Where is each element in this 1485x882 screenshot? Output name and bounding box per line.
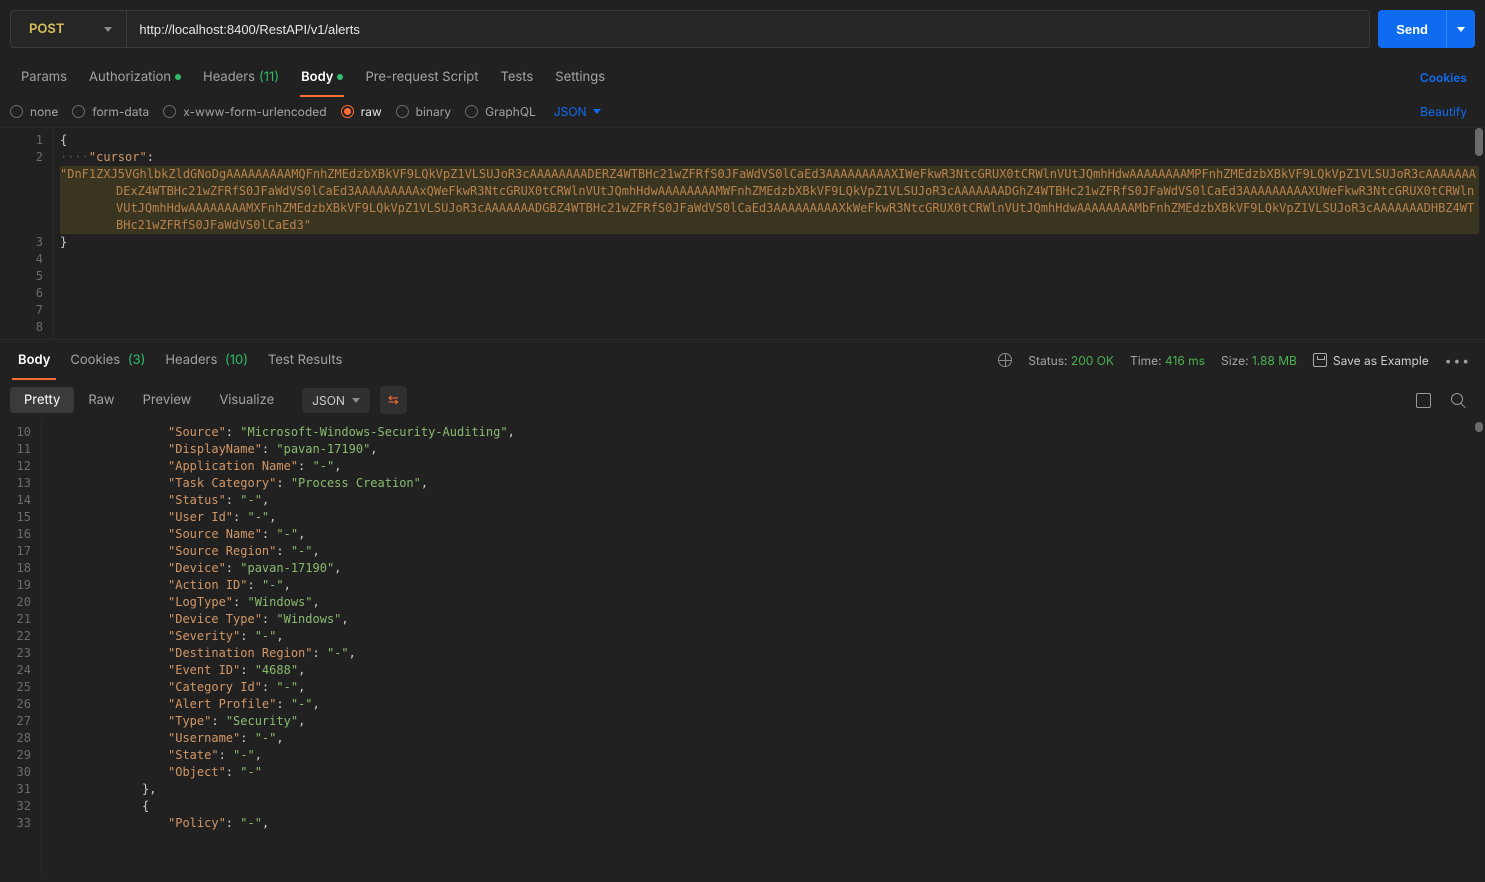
code-line: "Source Region": "-",	[48, 543, 1479, 560]
chevron-down-icon	[104, 27, 112, 32]
tab-prerequest[interactable]: Pre-request Script	[354, 58, 489, 96]
response-body-editor[interactable]: 1011121314151617181920212223242526272829…	[0, 420, 1485, 875]
method-dropdown[interactable]: POST	[11, 11, 127, 47]
response-lang-dropdown[interactable]: JSON	[302, 388, 370, 413]
view-mode-segment: Pretty Raw Preview Visualize	[10, 387, 288, 413]
code-line: "Source Name": "-",	[48, 526, 1479, 543]
radio-form-data[interactable]: form-data	[72, 104, 149, 119]
tab-tests[interactable]: Tests	[489, 58, 544, 96]
code-line: "Application Name": "-",	[48, 458, 1479, 475]
status-dot-icon	[175, 74, 181, 80]
status-dot-icon	[337, 74, 343, 80]
resp-tab-headers[interactable]: Headers (10)	[155, 340, 258, 380]
code-line: "Destination Region": "-",	[48, 645, 1479, 662]
view-visualize[interactable]: Visualize	[205, 387, 288, 413]
resp-tab-cookies[interactable]: Cookies (3)	[60, 340, 155, 380]
radio-raw[interactable]: raw	[341, 104, 382, 119]
send-label: Send	[1378, 22, 1446, 37]
wrap-lines-icon[interactable]: ⇆	[380, 386, 407, 414]
code-line: "Device Type": "Windows",	[48, 611, 1479, 628]
view-raw[interactable]: Raw	[74, 387, 128, 413]
response-tabs: Body Cookies (3) Headers (10) Test Resul…	[0, 340, 1485, 380]
gutter: 1011121314151617181920212223242526272829…	[0, 420, 42, 875]
view-preview[interactable]: Preview	[129, 387, 206, 413]
resp-tab-body[interactable]: Body	[8, 340, 60, 380]
code-line: "Device": "pavan-17190",	[48, 560, 1479, 577]
radio-binary[interactable]: binary	[396, 104, 452, 119]
view-pretty[interactable]: Pretty	[10, 387, 74, 413]
code-line: "DisplayName": "pavan-17190",	[48, 441, 1479, 458]
more-icon[interactable]: •••	[1445, 353, 1471, 368]
method-label: POST	[29, 21, 64, 37]
code-area[interactable]: "Source": "Microsoft-Windows-Security-Au…	[42, 420, 1485, 875]
code-line: "Alert Profile": "-",	[48, 696, 1479, 713]
request-tabs: Params Authorization Headers(11) Body Pr…	[0, 58, 1485, 96]
radio-none[interactable]: none	[10, 104, 58, 119]
chevron-down-icon	[352, 398, 360, 403]
scrollbar-thumb[interactable]	[1475, 128, 1483, 156]
chevron-down-icon	[1457, 27, 1465, 32]
send-button[interactable]: Send	[1378, 10, 1475, 48]
save-as-example-button[interactable]: Save as Example	[1313, 353, 1429, 368]
code-line: "Username": "-",	[48, 730, 1479, 747]
code-line: "State": "-",	[48, 747, 1479, 764]
code-line: "Category Id": "-",	[48, 679, 1479, 696]
body-subtype-dropdown[interactable]: JSON	[554, 104, 601, 119]
radio-graphql[interactable]: GraphQL	[465, 104, 536, 119]
cookies-link[interactable]: Cookies	[1420, 70, 1467, 85]
code-line: "User Id": "-",	[48, 509, 1479, 526]
size-label: Size: 1.88 MB	[1221, 353, 1297, 368]
code-line: ····"cursor":	[60, 149, 1479, 166]
code-area[interactable]: { ····"cursor": "DnF1ZXJ5VGhlbkZldGNoDgA…	[54, 128, 1485, 339]
code-line: "Severity": "-",	[48, 628, 1479, 645]
response-toolbar: Pretty Raw Preview Visualize JSON ⇆	[0, 380, 1485, 420]
code-line: "Event ID": "4688",	[48, 662, 1479, 679]
tab-authorization[interactable]: Authorization	[78, 58, 192, 96]
radio-xwww[interactable]: x-www-form-urlencoded	[163, 104, 326, 119]
code-line: },	[48, 781, 1479, 798]
resp-tab-test-results[interactable]: Test Results	[258, 340, 352, 380]
chevron-down-icon	[593, 109, 601, 114]
body-type-row: none form-data x-www-form-urlencoded raw…	[0, 96, 1485, 128]
code-line: "Object": "-"	[48, 764, 1479, 781]
scrollbar-thumb[interactable]	[1475, 422, 1483, 432]
code-line: {	[48, 798, 1479, 815]
tab-params[interactable]: Params	[10, 58, 78, 96]
search-icon[interactable]	[1451, 393, 1463, 405]
globe-icon[interactable]	[998, 353, 1012, 367]
request-body-editor[interactable]: 12345678 { ····"cursor": "DnF1ZXJ5VGhlbk…	[0, 128, 1485, 340]
save-icon	[1313, 353, 1327, 367]
status-label: Status: 200 OK	[1028, 353, 1114, 368]
url-input[interactable]	[127, 22, 1369, 37]
send-dropdown[interactable]	[1446, 10, 1475, 48]
code-line: {	[60, 132, 1479, 149]
tab-body[interactable]: Body	[290, 58, 354, 96]
code-line: "Task Category": "Process Creation",	[48, 475, 1479, 492]
tab-headers[interactable]: Headers(11)	[192, 58, 290, 96]
code-line: "Source": "Microsoft-Windows-Security-Au…	[48, 424, 1479, 441]
code-line: "Policy": "-",	[48, 815, 1479, 832]
gutter: 12345678	[0, 128, 54, 339]
code-line: "LogType": "Windows",	[48, 594, 1479, 611]
code-line: "Status": "-",	[48, 492, 1479, 509]
time-label: Time: 416 ms	[1130, 353, 1205, 368]
tab-settings[interactable]: Settings	[544, 58, 616, 96]
copy-icon[interactable]	[1416, 393, 1431, 408]
code-line-highlight: "DnF1ZXJ5VGhlbkZldGNoDgAAAAAAAAAMQFnhZME…	[60, 166, 1479, 234]
request-url-bar: POST	[10, 10, 1370, 48]
code-line: }	[60, 234, 1479, 251]
beautify-button[interactable]: Beautify	[1420, 104, 1467, 119]
code-line: "Action ID": "-",	[48, 577, 1479, 594]
code-line: "Type": "Security",	[48, 713, 1479, 730]
